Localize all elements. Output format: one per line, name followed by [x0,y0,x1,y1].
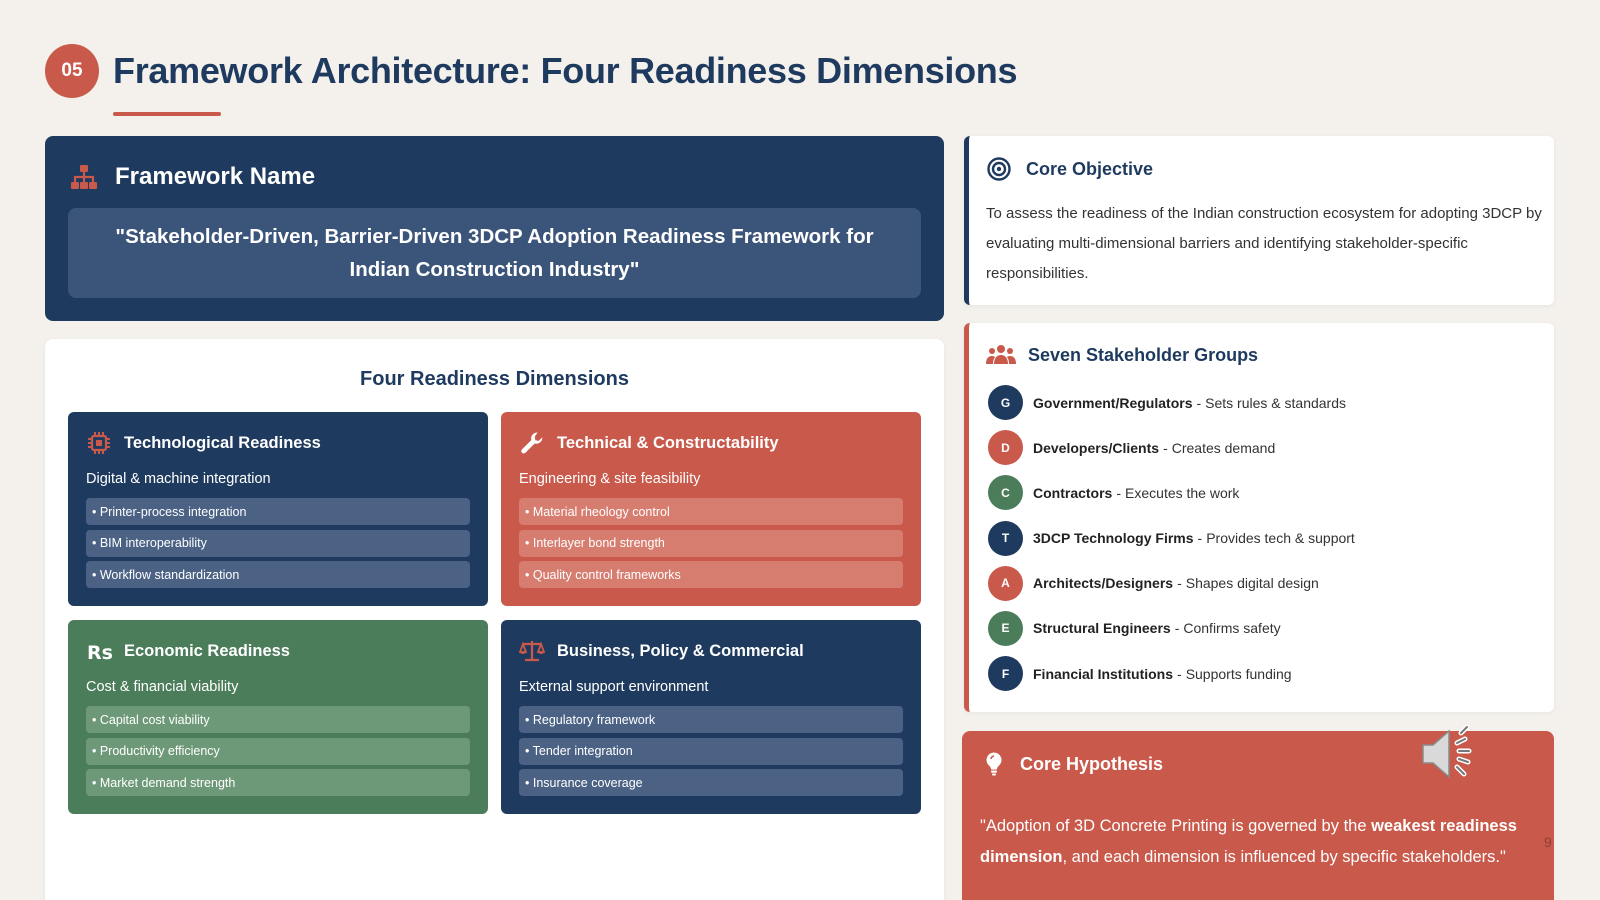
dimension-subtitle: Cost & financial viability [86,679,239,695]
page-title: Framework Architecture: Four Readiness D… [113,50,1018,91]
dimension-bullet: • Quality control frameworks [519,561,903,588]
dimension-technical: Technical & Constructability Engineering… [501,412,921,606]
dimension-bullet: • Market demand strength [86,769,470,796]
scale-icon [519,641,545,662]
stakeholder-separator: - [1174,620,1180,637]
dimension-business: Business, Policy & Commercial External s… [501,620,921,814]
framework-name-label: Framework Name [115,163,316,190]
list-item: F Financial Institutions - Supports fund… [988,656,1355,692]
svg-text:Rs: Rs [87,642,112,664]
avatar: A [988,565,1023,601]
stakeholder-name: Government/Regulators [1033,394,1193,411]
dimension-bullet: • Printer-process integration [86,498,470,525]
list-item: G Government/Regulators - Sets rules & s… [988,385,1355,420]
dimension-bullet: • Regulatory framework [519,706,903,733]
chip-icon [88,432,110,454]
hierarchy-icon [71,165,97,189]
core-hypothesis-label: Core Hypothesis [1020,753,1164,774]
dimensions-title: Four Readiness Dimensions [360,368,629,390]
hypothesis-text-start: "Adoption of 3D Concrete Printing is gov… [980,817,1372,835]
slide-header: 05 Framework Architecture: Four Readines… [45,44,1018,98]
dimension-title: Economic Readiness [124,641,290,660]
list-item: C Contractors - Executes the work [988,475,1355,511]
avatar: T [988,520,1023,556]
stakeholder-role: Shapes digital design [1185,575,1319,592]
stakeholder-role: Executes the work [1125,484,1240,501]
stakeholder-name: Contractors [1033,484,1113,501]
dimension-title: Technical & Constructability [557,433,779,452]
dimension-subtitle: Engineering & site feasibility [519,471,701,487]
stakeholder-separator: - [1163,439,1168,456]
dimension-bullet: • Interlayer bond strength [519,529,903,557]
users-icon [986,345,1016,364]
dimension-bullet: • Tender integration [519,737,903,765]
avatar: E [988,610,1023,646]
stakeholder-separator: - [1177,665,1182,682]
stakeholder-separator: - [1177,575,1182,592]
dimension-bullet: • Insurance coverage [519,769,903,796]
rupee-icon: Rs [87,642,112,664]
dimension-title: Business, Policy & Commercial [557,641,804,660]
avatar: D [988,430,1023,466]
title-underline [113,112,221,116]
list-item: A Architects/Designers - Shapes digital … [988,565,1355,601]
dimension-bullet: • BIM interoperability [86,529,470,557]
stakeholder-separator: - [1196,394,1202,411]
stakeholder-list: G Government/Regulators - Sets rules & s… [988,385,1355,701]
wrench-icon [521,432,543,454]
core-objective-card: Core Objective To assess the readiness o… [964,136,1554,305]
dimension-subtitle: External support environment [519,679,709,695]
list-item: T 3DCP Technology Firms - Provides tech … [988,520,1355,556]
stakeholder-role: Confirms safety [1183,620,1281,637]
stakeholder-role: Supports funding [1185,665,1292,682]
stakeholder-groups-card: Seven Stakeholder Groups G Government/Re… [964,323,1554,712]
framework-name-card: Framework Name "Stakeholder-Driven, Barr… [45,136,944,321]
readiness-dimensions-panel: Four Readiness Dimensions Technological … [45,339,944,900]
page-number: 9 [1544,834,1552,850]
dimension-bullet: • Material rheology control [519,498,903,525]
dimension-economic: Rs Economic Readiness Cost & financial v… [68,620,488,814]
framework-name-quote: "Stakeholder-Driven, Barrier-Driven 3DCP… [68,208,921,298]
core-hypothesis-text: "Adoption of 3D Concrete Printing is gov… [980,811,1540,873]
stakeholder-name: Developers/Clients [1033,439,1160,456]
dimension-title: Technological Readiness [124,433,321,452]
stakeholder-name: Structural Engineers [1033,620,1171,637]
section-number-badge: 05 [45,44,99,98]
dimension-bullet: • Capital cost viability [86,706,470,733]
list-item: D Developers/Clients - Creates demand [988,430,1355,466]
stakeholder-role: Creates demand [1171,439,1276,456]
stakeholder-name: Architects/Designers [1033,575,1174,592]
hypothesis-text-end: , and each dimension is influenced by sp… [1062,848,1506,866]
core-objective-label: Core Objective [1026,158,1154,179]
core-objective-text: To assess the readiness of the Indian co… [986,205,1542,282]
stakeholder-separator: - [1116,484,1122,501]
stakeholder-name: 3DCP Technology Firms [1033,530,1194,547]
stakeholder-role: Provides tech & support [1206,530,1355,547]
stakeholder-groups-label: Seven Stakeholder Groups [1028,344,1259,365]
stakeholder-role: Sets rules & standards [1205,394,1347,411]
avatar: G [988,385,1023,420]
avatar: C [988,475,1023,511]
target-icon [987,157,1011,181]
dimension-technological: Technological Readiness Digital & machin… [68,412,488,606]
framework-name-header: Framework Name [69,162,315,192]
dimension-bullet: • Productivity efficiency [86,737,470,765]
dimension-bullet: • Workflow standardization [86,561,470,588]
avatar: F [988,656,1023,692]
speaker-icon[interactable] [1421,725,1483,783]
lightbulb-icon [986,752,1002,776]
dimension-subtitle: Digital & machine integration [86,471,271,487]
list-item: E Structural Engineers - Confirms safety [988,610,1355,646]
stakeholder-name: Financial Institutions [1033,665,1174,682]
stakeholder-separator: - [1197,530,1203,547]
